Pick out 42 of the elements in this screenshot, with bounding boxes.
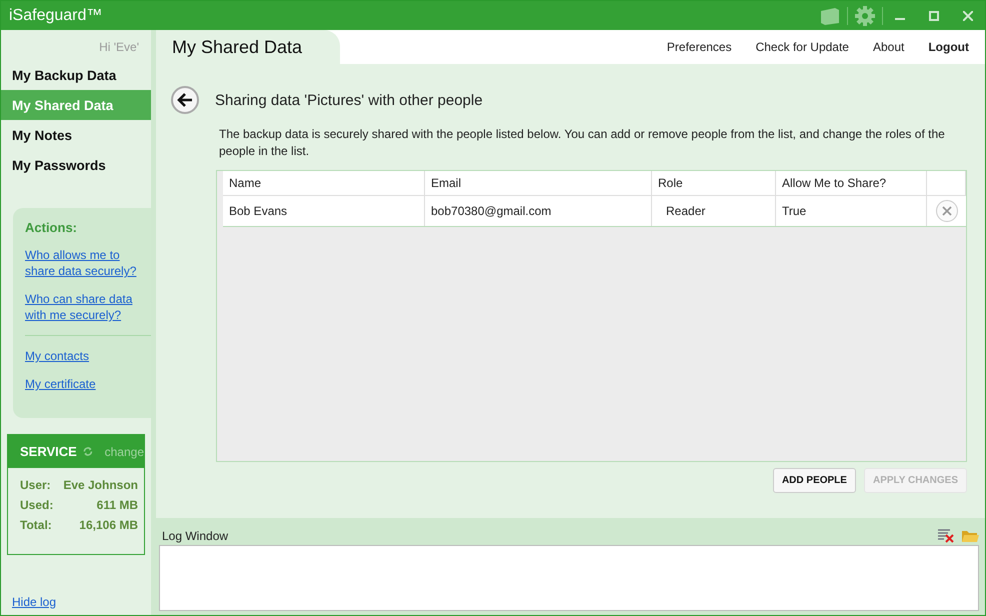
action-link[interactable]: My certificate	[25, 376, 151, 392]
actions-title: Actions:	[25, 220, 78, 235]
service-title: SERVICE	[20, 444, 77, 459]
column-header: Email	[425, 171, 652, 195]
top-link[interactable]: Logout	[928, 40, 969, 54]
remove-button[interactable]	[936, 200, 958, 222]
service-label: User:	[20, 478, 52, 492]
close-icon	[942, 206, 952, 216]
log-title: Log Window	[162, 529, 230, 543]
service-value: 16,106 MB	[78, 518, 138, 532]
nav-item[interactable]: My Backup Data	[1, 60, 151, 90]
service-label: Used:	[20, 498, 54, 512]
back-button[interactable]	[171, 86, 199, 114]
action-link[interactable]: Who allows me to share data securely?	[25, 247, 151, 279]
top-link[interactable]: Preferences	[666, 40, 732, 54]
refresh-icon[interactable]	[82, 445, 93, 458]
service-value: Eve Johnson	[62, 478, 138, 492]
action-link[interactable]: My contacts	[25, 348, 151, 364]
nav-item[interactable]: My Passwords	[1, 150, 151, 180]
greeting: Hi 'Eve'	[98, 39, 140, 56]
action-link[interactable]: Who can share data with me securely?	[25, 291, 151, 323]
column-header: Name	[223, 171, 425, 195]
table-cell: bob70380@gmail.com	[425, 196, 652, 226]
description: The backup data is securely shared with the people listed below. You can add or remove people from the list, and change the roles of the people in the list.	[219, 126, 946, 160]
top-link[interactable]: Check for Update	[756, 40, 849, 54]
column-header: Role	[652, 171, 776, 195]
folder-icon[interactable]	[961, 528, 979, 543]
hide-log-link[interactable]: Hide log	[12, 595, 151, 609]
column-header: Allow Me to Share?	[776, 171, 927, 195]
clear-log-icon[interactable]	[937, 527, 955, 543]
action-button[interactable]: ADD PEOPLE	[772, 468, 856, 493]
back-arrow-icon	[177, 93, 193, 107]
service-label: Total:	[20, 518, 53, 532]
page-heading: Sharing data 'Pictures' with other people	[215, 92, 483, 108]
top-link[interactable]: About	[872, 40, 904, 54]
nav-item[interactable]: My Notes	[1, 120, 151, 150]
window-title: iSafeguard™	[9, 6, 104, 24]
table-cell: True	[776, 196, 927, 226]
service-value: 611 MB	[96, 498, 138, 512]
table-cell: Reader	[652, 196, 776, 226]
log-textarea[interactable]	[159, 545, 979, 611]
table-cell: Bob Evans	[223, 196, 425, 226]
